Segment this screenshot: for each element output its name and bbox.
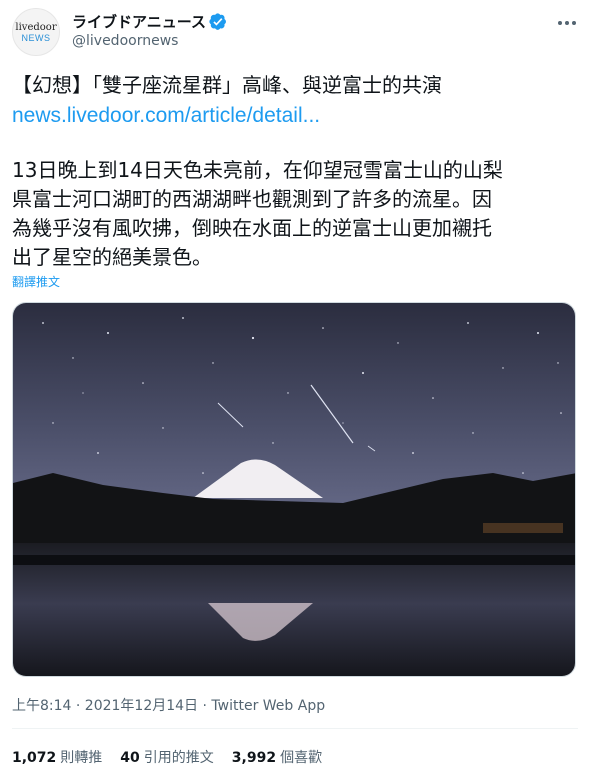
photo-image: [13, 303, 575, 676]
article-link[interactable]: news.livedoor.com/article/detail...: [12, 101, 320, 130]
tweet-photo[interactable]: [12, 302, 576, 677]
tweet-body-line-3: 為幾乎沒有風吹拂，倒映在水面上的逆富士山更加襯托: [12, 216, 492, 240]
retweets-label: 則轉推: [60, 750, 103, 766]
display-name-text: ライブドアニュース: [72, 13, 206, 31]
avatar[interactable]: livedoor NEWS: [12, 8, 60, 56]
display-name[interactable]: ライブドアニュース: [72, 11, 227, 32]
avatar-line2: NEWS: [21, 32, 51, 43]
verified-badge-icon: [209, 12, 226, 30]
likes-count: 3,992: [231, 750, 277, 766]
tweet-body-line-2: 県富士河口湖町的西湖湖畔也觀測到了許多的流星。因: [12, 187, 492, 211]
tweet-timestamp[interactable]: 上午8:14 · 2021年12月14日 · Twitter Web App: [12, 695, 325, 715]
tweet-body-line-4: 出了星空的絕美景色。: [12, 245, 212, 269]
tweet-body-line-1: 13日晚上到14日天色未亮前，在仰望冠雪富士山的山梨: [12, 158, 503, 182]
tweet-headline: 【幻想】「雙子座流星群」高峰、與逆富士的共演: [12, 73, 442, 97]
handle[interactable]: @livedoornews: [72, 33, 178, 49]
more-options-icon[interactable]: [556, 14, 578, 32]
retweets-stat[interactable]: 1,072 則轉推: [12, 747, 102, 767]
tweet-header: livedoor NEWS ライブドアニュース @livedoornews: [12, 8, 578, 58]
quotes-label: 引用的推文: [143, 750, 214, 766]
likes-label: 個喜歡: [280, 750, 323, 766]
translate-tweet-link[interactable]: 翻譯推文: [12, 273, 60, 290]
retweets-count: 1,072: [12, 750, 57, 766]
tweet-stats: 1,072 則轉推 40 引用的推文 3,992 個喜歡: [12, 747, 322, 767]
avatar-line1: livedoor: [15, 21, 57, 33]
quotes-count: 40: [120, 750, 140, 766]
divider: [12, 728, 578, 729]
likes-stat[interactable]: 3,992 個喜歡: [232, 747, 322, 767]
quotes-stat[interactable]: 40 引用的推文: [120, 747, 213, 767]
